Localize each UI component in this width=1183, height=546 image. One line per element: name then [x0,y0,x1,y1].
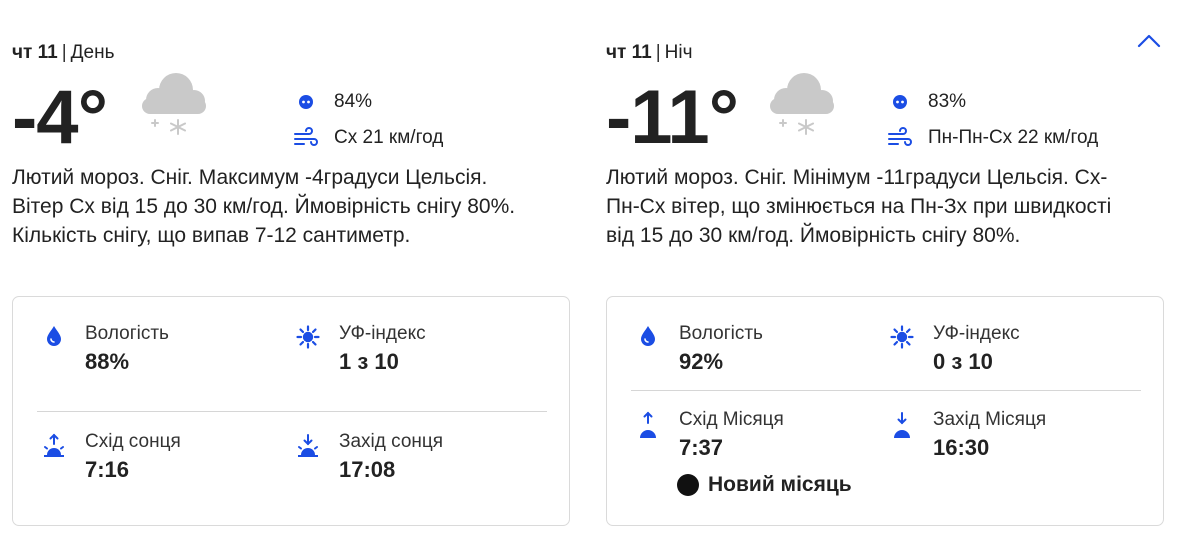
moon-phase-label: Новий місяць [708,473,852,496]
precip-value: 84% [334,91,373,112]
uv-cell: УФ-індекс 1 з 10 [295,323,535,393]
sunset-icon [295,433,321,463]
moonset-cell: Захід Місяця 16:30 [889,409,1129,479]
sunrise-label: Схід сонця [85,431,181,452]
precip-value: 83% [928,91,967,112]
day-temperature: -4° [12,75,108,160]
night-description: Лютий мороз. Сніг. Мінімум -11градуси Це… [606,166,1112,247]
night-temperature: -11° [606,75,739,160]
day-header: чт 11 | День [12,42,114,64]
uv-sun-icon [889,325,915,355]
wind-row: Сх 21 км/год [292,120,443,156]
humidity-drop-icon [41,325,67,355]
uv-label: УФ-індекс [933,323,1020,344]
precipitation-icon [886,90,914,114]
precip-row: 83% [886,84,1098,120]
humidity-label: Вологість [679,323,763,344]
day-stats: 84% Сх 21 км/год [292,84,443,156]
collapse-chevron-up-icon[interactable] [1134,28,1164,54]
humidity-value: 92% [679,349,724,374]
uv-label: УФ-індекс [339,323,426,344]
day-forecast-panel: чт 11 | День -4° 84% Сх 21 км/год Лютий … [12,0,572,546]
precip-row: 84% [292,84,443,120]
sunset-value: 17:08 [339,457,396,482]
humidity-cell: Вологість 92% [635,323,875,393]
day-period: День [70,42,115,63]
night-period: Ніч [664,42,693,63]
header-separator: | [61,42,67,63]
humidity-drop-icon [635,325,661,355]
wind-value: Пн-Пн-Сх 22 км/год [928,127,1099,148]
new-moon-icon [677,474,699,496]
day-description: Лютий мороз. Сніг. Максимум -4градуси Це… [12,166,516,247]
sunset-cell: Захід сонця 17:08 [295,431,535,501]
sunrise-value: 7:16 [85,457,130,482]
wind-row: Пн-Пн-Сх 22 км/год [886,120,1098,156]
moonset-value: 16:30 [933,435,990,460]
humidity-label: Вологість [85,323,169,344]
precipitation-icon [292,90,320,114]
sunset-label: Захід сонця [339,431,444,452]
moonrise-cell: Схід Місяця 7:37 [635,409,875,479]
night-stats: 83% Пн-Пн-Сх 22 км/год [886,84,1098,156]
cloud-snow-icon [130,68,214,144]
night-forecast-panel: чт 11 | Ніч -11° 83% Пн-Пн-Сх 22 км/год … [606,0,1166,546]
night-date: чт 11 [606,42,652,63]
card-divider [631,390,1141,391]
wind-icon [886,126,914,150]
moon-phase: Новий місяць [677,473,852,497]
uv-cell: УФ-індекс 0 з 10 [889,323,1129,393]
cloud-snow-icon [758,68,842,144]
sunrise-cell: Схід сонця 7:16 [41,431,281,501]
sunrise-icon [41,433,67,463]
header-separator: | [655,42,661,63]
wind-icon [292,126,320,150]
card-divider [37,411,547,412]
night-details-card: Вологість 92% УФ-індекс 0 з 10 Схід Міся… [606,296,1164,526]
moonset-label: Захід Місяця [933,409,1047,430]
night-header: чт 11 | Ніч [606,42,692,64]
uv-sun-icon [295,325,321,355]
moonrise-icon [635,411,661,441]
uv-value: 0 з 10 [933,349,993,374]
wind-value: Сх 21 км/год [334,127,444,148]
moonset-icon [889,411,915,441]
day-details-card: Вологість 88% УФ-індекс 1 з 10 Схід сонц… [12,296,570,526]
uv-value: 1 з 10 [339,349,399,374]
moonrise-label: Схід Місяця [679,409,784,430]
moonrise-value: 7:37 [679,435,724,460]
day-date: чт 11 [12,42,58,63]
humidity-value: 88% [85,349,130,374]
humidity-cell: Вологість 88% [41,323,281,393]
